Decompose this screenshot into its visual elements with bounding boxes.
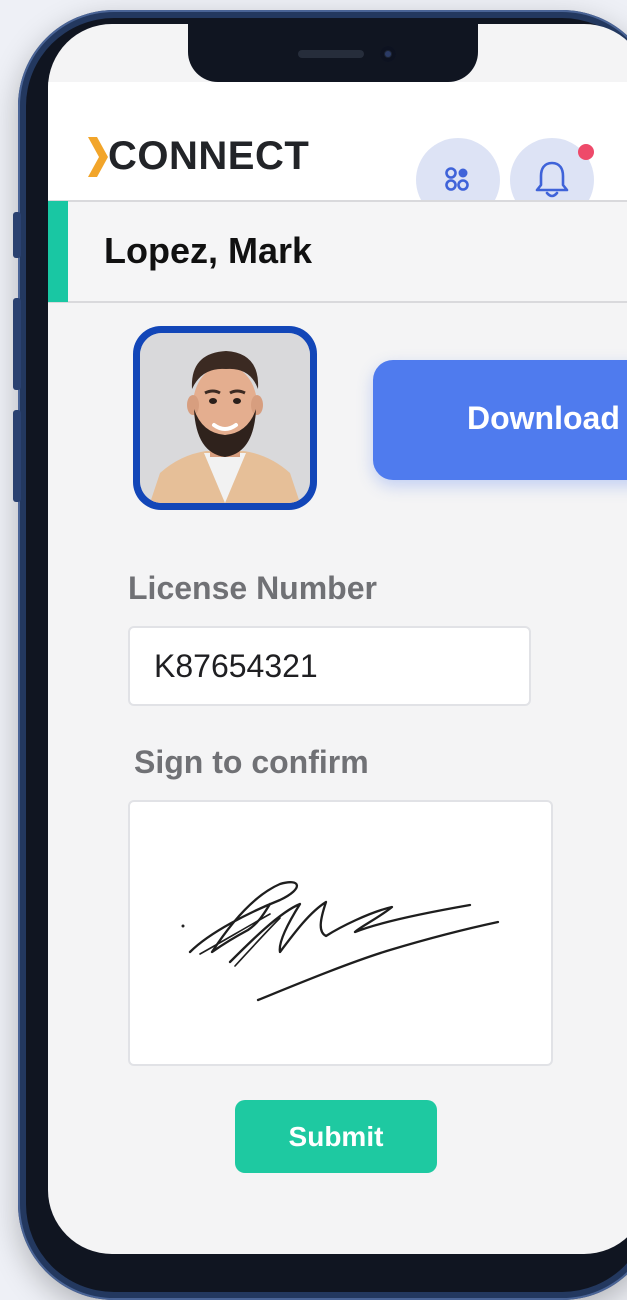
profile-photo [133, 326, 317, 510]
bell-icon [535, 161, 569, 198]
license-number-label: License Number [128, 570, 377, 606]
notification-dot [578, 144, 594, 160]
phone-screen: CONNECT Lopez, Mark Download License Num… [48, 24, 627, 1254]
phone-notch [188, 24, 478, 82]
logo-chevron-icon [88, 136, 108, 177]
app-logo: CONNECT [88, 134, 309, 179]
signature-pad[interactable] [128, 800, 553, 1066]
apps-grid-icon [445, 167, 469, 191]
speaker-grille [298, 50, 364, 58]
user-photo [140, 333, 310, 503]
profile-name-bar: Lopez, Mark [48, 200, 627, 303]
submit-button[interactable]: Submit [235, 1100, 437, 1173]
submit-label: Submit [288, 1121, 384, 1152]
license-number-value: K87654321 [154, 648, 318, 684]
app-header: CONNECT [48, 82, 627, 222]
profile-name: Lopez, Mark [104, 230, 313, 271]
name-accent-stripe [48, 201, 68, 302]
signature-stroke [181, 881, 500, 1002]
front-camera [380, 46, 396, 62]
download-label: Download [467, 400, 620, 436]
side-button-volume-down [13, 410, 21, 502]
license-number-input[interactable]: K87654321 [128, 626, 531, 706]
download-button[interactable]: Download [373, 360, 627, 480]
logo-text: CONNECT [108, 134, 310, 178]
side-button-volume-up [13, 298, 21, 390]
side-button-mute [13, 212, 21, 258]
portrait-illustration [140, 333, 310, 503]
sign-to-confirm-label: Sign to confirm [134, 744, 369, 780]
